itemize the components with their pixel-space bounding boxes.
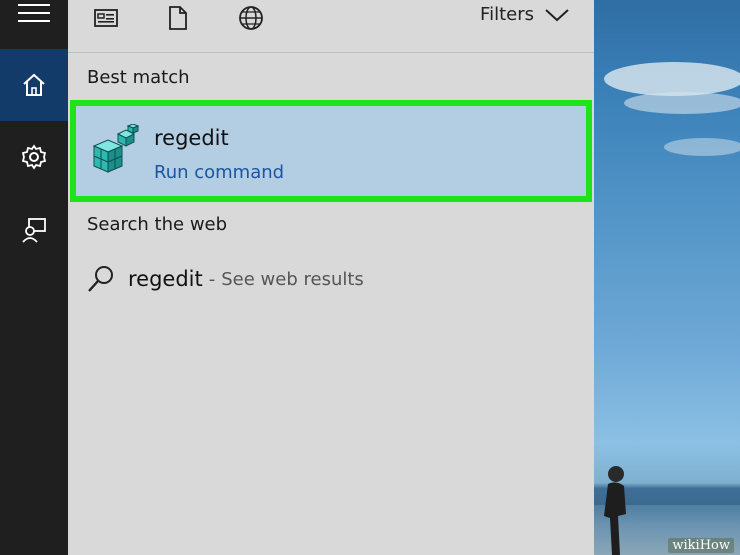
best-match-heading: Best match [87, 67, 190, 88]
search-web-heading: Search the web [87, 214, 228, 235]
left-rail [0, 0, 68, 555]
hamburger-menu-icon [18, 4, 50, 22]
result-subtitle: Run command [154, 162, 285, 183]
documents-filter-button[interactable] [158, 2, 198, 34]
web-filter-button[interactable] [231, 2, 271, 34]
web-search-term: regedit [128, 267, 203, 291]
filters-label: Filters [480, 4, 534, 25]
result-name: regedit [154, 126, 229, 150]
desktop-wallpaper [594, 0, 740, 555]
web-search-hint: See web results [221, 268, 364, 290]
gear-icon [21, 144, 47, 170]
settings-button[interactable] [0, 121, 68, 193]
search-toolbar: Filters [68, 0, 594, 53]
search-icon [88, 266, 113, 292]
best-match-result[interactable]: regedit Run command [70, 100, 592, 202]
chevron-down-icon [545, 8, 569, 21]
web-search-result[interactable]: regedit - See web results [86, 264, 364, 294]
runner-silhouette [604, 466, 626, 555]
hamburger-menu-button[interactable] [0, 0, 68, 40]
filters-dropdown[interactable]: Filters [480, 4, 570, 25]
wikihow-watermark: wikiHow [668, 538, 734, 553]
document-icon [169, 6, 187, 30]
web-search-separator: - [208, 268, 216, 290]
registry-editor-icon [92, 124, 140, 173]
home-button[interactable] [0, 49, 68, 121]
apps-filter-button[interactable] [86, 2, 126, 34]
home-icon [23, 73, 45, 96]
feedback-button[interactable] [0, 194, 68, 266]
apps-icon [94, 9, 118, 27]
globe-icon [239, 6, 263, 30]
search-panel: Filters Best match regedit Run command S… [68, 0, 594, 555]
feedback-icon [22, 218, 46, 243]
